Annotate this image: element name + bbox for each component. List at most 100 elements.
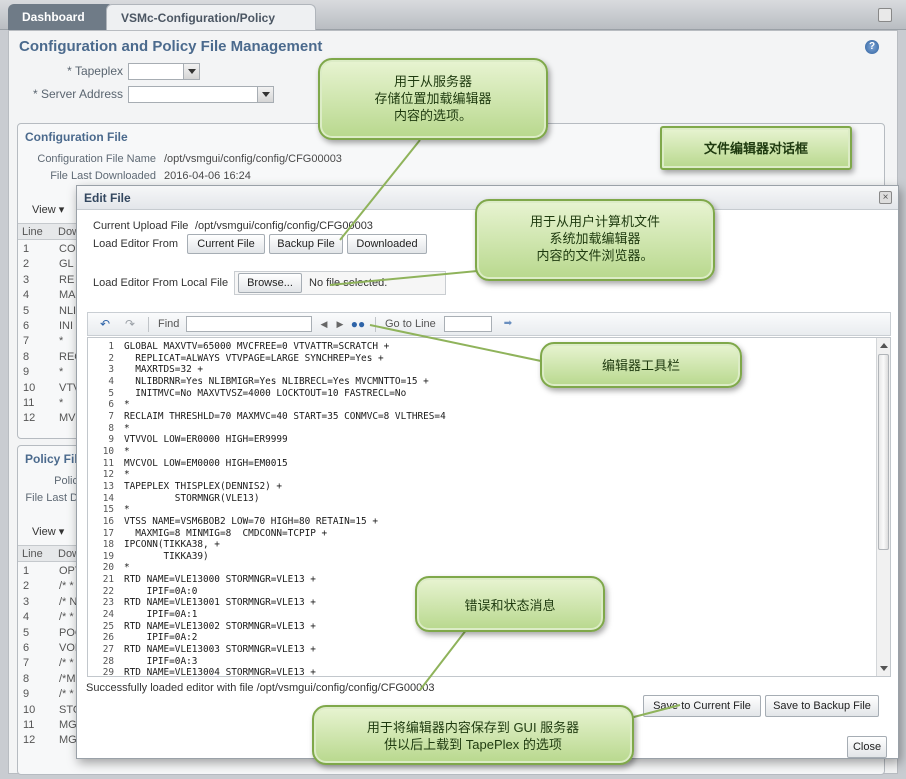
line-text[interactable]: IPIF=0A:2 [124,632,198,643]
code-line[interactable]: 16 VTSS NAME=VSM6BOB2 LOW=70 HIGH=80 RETA… [92,516,446,528]
page-title: Configuration and Policy File Management [19,38,323,55]
line-text[interactable]: NLIBDRNR=Yes NLIBMIGR=Yes NLIBRECL=Yes M… [124,376,429,387]
code-line[interactable]: 1 GLOBAL MAXVTV=65000 MVCFREE=0 VTVATTR=S… [92,341,446,353]
tab-options-icon[interactable] [878,8,892,22]
redo-icon[interactable]: ↷ [122,317,138,331]
line-text[interactable]: RTD NAME=VLE13002 STORMNGR=VLE13 + [124,621,316,632]
line-text[interactable]: MVCVOL LOW=EM0000 HIGH=EM0015 [124,458,288,469]
line-text[interactable]: RTD NAME=VLE13004 STORMNGR=VLE13 + [124,667,316,676]
scroll-down-icon[interactable] [880,666,888,671]
code-line[interactable]: 4 NLIBDRNR=Yes NLIBMIGR=Yes NLIBRECL=Yes… [92,376,446,388]
table-row-number: 8 [23,672,30,685]
callout-dialog-text: 文件编辑器对话框 [703,141,808,156]
server-address-label: * Server Address [32,87,123,101]
code-line[interactable]: 6 * [92,399,446,411]
line-text[interactable]: REPLICAT=ALWAYS VTVPAGE=LARGE SYNCHREP=Y… [124,353,383,364]
line-text[interactable]: IPIF=0A:1 [124,609,198,620]
scroll-thumb[interactable] [878,354,889,550]
code-line[interactable]: 8 * [92,423,446,435]
chevron-down-icon [257,87,273,102]
line-text[interactable]: RTD NAME=VLE13000 STORMNGR=VLE13 + [124,574,316,585]
go-arrow-icon[interactable]: ➡ [500,317,516,331]
tapeplex-select[interactable] [128,63,200,80]
line-text[interactable]: RTD NAME=VLE13001 STORMNGR=VLE13 + [124,597,316,608]
line-text[interactable]: * [124,562,130,573]
config-row-numbers: 1 2 3 4 5 6 7 8 9 10 11 12 [23,243,35,428]
code-line[interactable]: 5 INITMVC=No MAXVTVSZ=4000 LOCKTOUT=10 F… [92,388,446,400]
close-button[interactable]: Close [847,736,887,758]
code-line[interactable]: 11 MVCVOL LOW=EM0000 HIGH=EM0015 [92,458,446,470]
code-line[interactable]: 7 RECLAIM THRESHLD=70 MAXMVC=40 START=35 … [92,410,446,423]
code-line[interactable]: 23 RTD NAME=VLE13001 STORMNGR=VLE13 + [92,597,446,609]
line-number: 21 [102,574,114,586]
line-text[interactable]: INITMVC=No MAXVTVSZ=4000 LOCKTOUT=10 FAS… [124,388,406,399]
code-line[interactable]: 25 RTD NAME=VLE13002 STORMNGR=VLE13 + [92,621,446,633]
line-number: 7 [108,410,114,422]
editor-scrollbar[interactable] [876,338,890,676]
line-text[interactable]: * [124,504,130,515]
code-line[interactable]: 21 RTD NAME=VLE13000 STORMNGR=VLE13 + [92,574,446,586]
line-text[interactable]: VTVVOL LOW=ER0000 HIGH=ER9999 [124,434,288,445]
save-to-backup-file-button[interactable]: Save to Backup File [765,695,879,717]
code-line[interactable]: 3 MAXRTDS=32 + [92,364,446,376]
line-text[interactable]: RECLAIM THRESHLD=70 MAXMVC=40 START=35 C… [124,411,446,422]
close-icon[interactable]: × [879,191,892,204]
code-line[interactable]: 29 RTD NAME=VLE13004 STORMNGR=VLE13 + [92,667,446,676]
code-line[interactable]: 12 * [92,469,446,481]
code-line[interactable]: 2 REPLICAT=ALWAYS VTVPAGE=LARGE SYNCHREP… [92,353,446,365]
policy-view-menu[interactable]: View ▾ [32,525,64,538]
code-line[interactable]: 22 IPIF=0A:0 [92,586,446,598]
table-row-number: 2 [23,580,30,593]
code-line[interactable]: 28 IPIF=0A:3 [92,656,446,668]
line-text[interactable]: IPCONN(TIKKA38, + [124,539,220,550]
line-text[interactable]: * [124,469,130,480]
binoculars-icon[interactable]: ●● [350,317,366,331]
line-text[interactable]: STORMNGR(VLE13) [124,493,260,504]
line-text[interactable]: MAXRTDS=32 + [124,364,203,375]
tab-dashboard[interactable]: Dashboard [8,4,114,30]
config-view-menu[interactable]: View ▾ [32,203,64,216]
code-line[interactable]: 9 VTVVOL LOW=ER0000 HIGH=ER9999 [92,434,446,446]
code-line[interactable]: 20 * [92,562,446,574]
code-line[interactable]: 14 STORMNGR(VLE13) [92,493,446,505]
undo-icon[interactable]: ↶ [97,317,113,331]
code-line[interactable]: 15 * [92,504,446,516]
line-text[interactable]: MAXMIG=8 MINMIG=8 CMDCONN=TCPIP + [124,528,327,539]
line-number: 22 [102,585,114,597]
code-line[interactable]: 17 MAXMIG=8 MINMIG=8 CMDCONN=TCPIP + [92,528,446,540]
local-file-input[interactable]: Browse... No file selected. [234,271,446,295]
line-text[interactable]: * [124,446,130,457]
find-input[interactable] [186,316,312,332]
help-icon[interactable]: ? [865,40,879,54]
browse-button[interactable]: Browse... [238,273,302,293]
code-line[interactable]: 18 IPCONN(TIKKA38, + [92,539,446,551]
table-row-number: 4 [23,289,30,302]
save-to-current-file-button[interactable]: Save to Current File [643,695,761,717]
scroll-up-icon[interactable] [880,343,888,348]
server-address-select[interactable] [128,86,274,103]
tab-vsmc-configuration-policy[interactable]: VSMc-Configuration/Policy [106,4,316,30]
go-to-line-input[interactable] [444,316,492,332]
line-text[interactable]: VTSS NAME=VSM6BOB2 LOW=70 HIGH=80 RETAIN… [124,516,378,527]
find-previous-icon[interactable]: ◀ [316,317,332,331]
current-file-button[interactable]: Current File [187,234,265,254]
code-line[interactable]: 26 IPIF=0A:2 [92,632,446,644]
find-next-icon[interactable]: ▶ [332,317,348,331]
line-text[interactable]: IPIF=0A:3 [124,656,198,667]
code-line[interactable]: 10 * [92,446,446,458]
line-text[interactable]: * [124,399,130,410]
col-line: Line [22,226,43,238]
backup-file-button[interactable]: Backup File [269,234,343,254]
line-text[interactable]: TIKKA39) [124,551,209,562]
code-line[interactable]: 27 RTD NAME=VLE13003 STORMNGR=VLE13 + [92,644,446,656]
line-text[interactable]: * [124,423,130,434]
line-text[interactable]: IPIF=0A:0 [124,586,198,597]
line-text[interactable]: GLOBAL MAXVTV=65000 MVCFREE=0 VTVATTR=SC… [124,341,389,352]
code-line[interactable]: 19 TIKKA39) [92,551,446,563]
downloaded-button[interactable]: Downloaded [347,234,427,254]
line-text[interactable]: RTD NAME=VLE13003 STORMNGR=VLE13 + [124,644,316,655]
line-text[interactable]: TAPEPLEX THISPLEX(DENNIS2) + [124,481,282,492]
code-line[interactable]: 13 TAPEPLEX THISPLEX(DENNIS2) + [92,481,446,493]
code-line[interactable]: 24 IPIF=0A:1 [92,609,446,621]
code-content[interactable]: 1 GLOBAL MAXVTV=65000 MVCFREE=0 VTVATTR=S… [92,341,446,676]
